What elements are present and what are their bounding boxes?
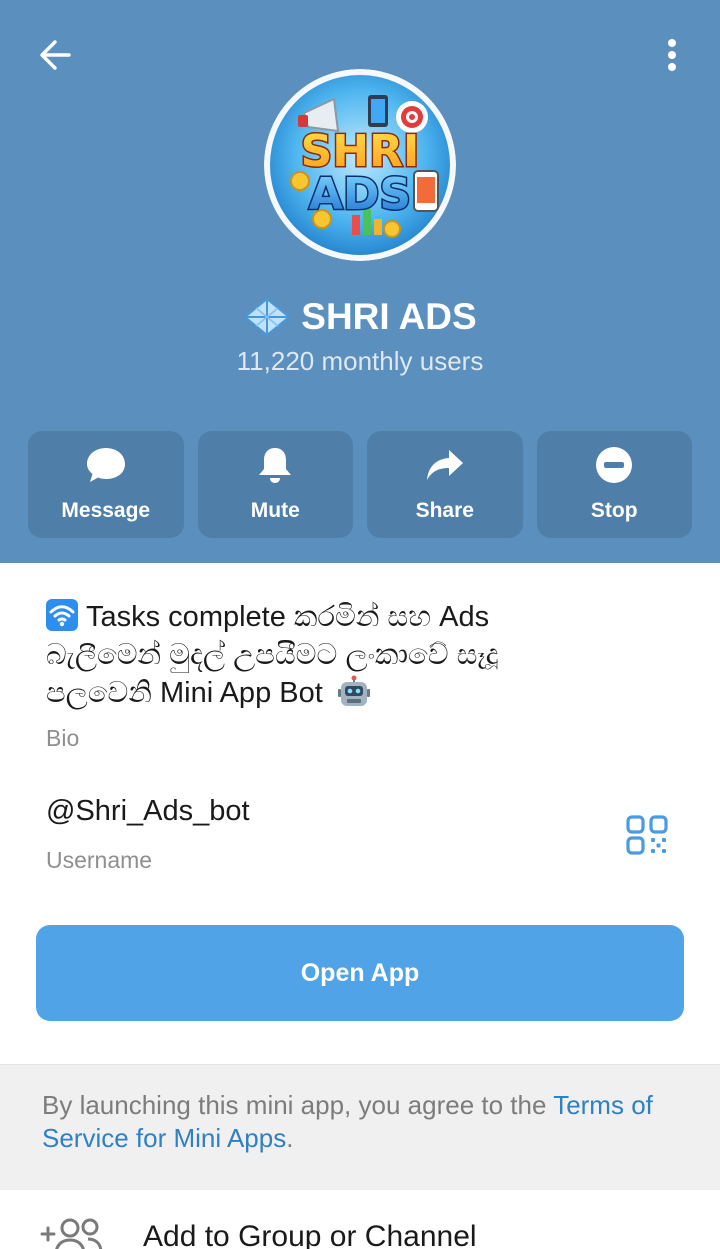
message-label: Message	[61, 499, 151, 522]
arrow-left-icon	[40, 40, 71, 70]
terms-suffix: .	[286, 1123, 294, 1153]
bell-icon	[259, 448, 292, 483]
username-caption: Username	[46, 847, 153, 873]
back-button[interactable]	[30, 30, 80, 80]
bot-name: SHRI ADS	[301, 296, 477, 337]
stop-icon	[596, 447, 633, 483]
wifi-icon	[46, 599, 78, 631]
mute-label: Mute	[250, 499, 300, 522]
add-user-icon	[40, 1218, 103, 1249]
add-to-group-button[interactable]: Add to Group or Channel	[0, 1190, 720, 1249]
svg-text:ADS: ADS	[309, 169, 411, 220]
robot-icon	[337, 675, 370, 706]
terms-prefix: By launching this mini app, you agree to…	[42, 1090, 554, 1120]
terms-text: By launching this mini app, you agree to…	[42, 1089, 682, 1155]
bio-text: Tasks complete කරමින් සහ Ads බැලීමෙන් මු…	[46, 598, 666, 712]
diamond-icon	[243, 297, 291, 337]
more-vertical-icon	[668, 39, 676, 71]
more-options-button[interactable]	[647, 30, 697, 80]
message-icon	[86, 448, 125, 482]
bot-avatar[interactable]: SHRI ADS	[264, 69, 456, 261]
profile-header: SHRI ADS SHRI ADS 11,220 monthly users M…	[0, 0, 720, 563]
bio-line-3: පලවෙනි Mini App Bot	[46, 677, 323, 709]
terms-notice: By launching this mini app, you agree to…	[0, 1064, 720, 1190]
share-icon	[426, 450, 463, 480]
open-app-button[interactable]: Open App	[36, 925, 684, 1021]
bio-line-1: Tasks complete කරමින් සහ Ads	[86, 601, 490, 633]
share-label: Share	[415, 499, 474, 522]
message-button[interactable]: Message	[28, 431, 184, 538]
bot-name-row: SHRI ADS	[0, 296, 720, 338]
mute-button[interactable]: Mute	[197, 431, 353, 538]
username-value[interactable]: @Shri_Ads_bot	[46, 795, 250, 828]
qr-code-button[interactable]	[622, 812, 674, 864]
share-button[interactable]: Share	[367, 431, 523, 538]
shri-ads-logo: SHRI ADS	[264, 69, 456, 261]
qr-code-icon	[626, 815, 668, 855]
action-bar: Message Mute Share Stop	[28, 431, 692, 538]
bio-caption: Bio	[46, 725, 80, 751]
stop-label: Stop	[590, 499, 638, 522]
add-to-group-label: Add to Group or Channel	[143, 1220, 477, 1249]
monthly-users: 11,220 monthly users	[236, 346, 484, 376]
bio-line-2: බැලීමෙන් මුදල් උපයීමට ලංකාවේ සෑදූ	[46, 639, 499, 671]
stop-button[interactable]: Stop	[536, 431, 692, 538]
